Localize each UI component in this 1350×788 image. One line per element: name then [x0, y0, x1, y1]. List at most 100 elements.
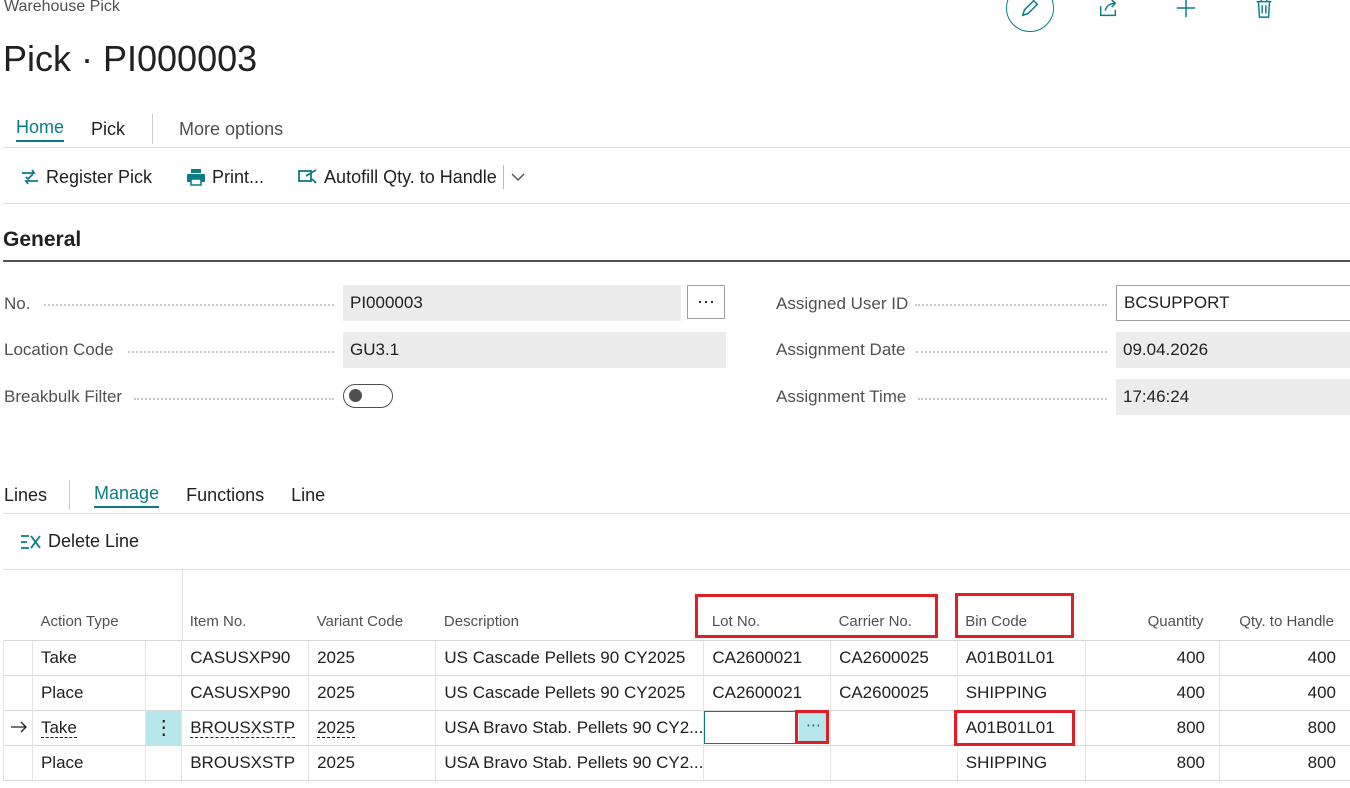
lines-title[interactable]: Lines — [4, 485, 47, 506]
col-item-no[interactable]: Item No. — [182, 570, 309, 640]
edit-button[interactable] — [1006, 0, 1054, 32]
cell-lot-no[interactable]: CA2600021 — [703, 639, 831, 675]
cell-carrier-no[interactable] — [830, 744, 958, 781]
breakbulk-toggle[interactable] — [343, 384, 393, 408]
breadcrumb: Warehouse Pick — [4, 0, 120, 15]
pencil-icon — [1021, 0, 1039, 17]
cell-bin-code[interactable]: SHIPPING — [956, 744, 1086, 781]
cell-item-no[interactable]: BROUSXSTP — [181, 709, 309, 745]
table-row[interactable]: Place BROUSXSTP 2025 USA Bravo Stab. Pel… — [3, 744, 1350, 781]
lines-table: Action Type Item No. Variant Code Descri… — [3, 570, 1350, 781]
cell-item-no[interactable]: BROUSXSTP — [181, 744, 309, 781]
page-title: Pick · PI000003 — [3, 38, 258, 79]
divider — [3, 513, 1350, 514]
delete-button[interactable] — [1252, 0, 1276, 20]
section-underline — [3, 260, 1350, 262]
cell-variant-code[interactable]: 2025 — [308, 639, 436, 675]
delete-line-label: Delete Line — [48, 531, 140, 551]
col-action-type[interactable]: Action Type — [32, 570, 145, 640]
no-label: No. — [4, 294, 31, 313]
assigned-user-field[interactable]: BCSUPPORT — [1116, 285, 1350, 321]
assignment-time-field[interactable]: 17:46:24 — [1116, 379, 1350, 415]
chevron-down-icon[interactable] — [510, 169, 526, 185]
delete-line-button[interactable]: Delete Line — [20, 531, 139, 552]
cell-variant-code[interactable]: 2025 — [308, 674, 436, 710]
col-description[interactable]: Description — [436, 570, 704, 640]
cell-lot-no[interactable]: CA2600021 — [703, 674, 831, 710]
cell-item-no[interactable]: CASUSXP90 — [181, 674, 309, 710]
cell-action-type[interactable]: Place — [31, 674, 146, 710]
leader-dots — [44, 304, 334, 306]
divider — [3, 203, 1350, 204]
table-row[interactable]: Take CASUSXP90 2025 US Cascade Pellets 9… — [3, 639, 1350, 675]
lot-no-input[interactable] — [704, 711, 798, 744]
cell-action-type[interactable]: Take — [31, 709, 146, 745]
cell-qty-to-handle[interactable]: 800 — [1219, 709, 1350, 745]
cell-lot-no[interactable] — [703, 744, 831, 781]
cell-qty-to-handle[interactable]: 400 — [1219, 639, 1350, 675]
assignment-date-label: Assignment Date — [776, 340, 906, 359]
row-menu-button[interactable]: ⋮ — [145, 709, 182, 745]
section-general-title[interactable]: General — [3, 228, 81, 252]
cell-qty-to-handle[interactable]: 400 — [1219, 674, 1350, 710]
split-divider — [502, 165, 504, 189]
col-qty-to-handle[interactable]: Qty. to Handle — [1220, 570, 1350, 640]
divider — [3, 147, 1350, 148]
location-field[interactable]: GU3.1 — [343, 332, 726, 368]
cell-bin-code[interactable]: A01B01L01 — [956, 639, 1086, 675]
autofill-button[interactable]: Autofill Qty. to Handle — [298, 167, 497, 188]
cell-action-type[interactable]: Take — [31, 639, 146, 675]
action-type-link[interactable]: Take — [40, 717, 77, 738]
share-icon[interactable] — [1096, 0, 1120, 20]
lines-tabs: Lines Manage Functions Line — [4, 480, 352, 510]
cell-carrier-no[interactable]: CA2600025 — [830, 674, 958, 710]
autofill-label: Autofill Qty. to Handle — [324, 166, 497, 187]
tab-pick[interactable]: Pick — [91, 119, 125, 140]
cell-description[interactable]: US Cascade Pellets 90 CY2025 — [435, 674, 704, 710]
leader-dots — [134, 398, 334, 400]
toggle-knob — [349, 389, 362, 402]
register-pick-label: Register Pick — [46, 166, 153, 187]
cell-bin-code[interactable]: SHIPPING — [956, 674, 1086, 710]
row-marker — [3, 674, 33, 710]
cell-carrier-no[interactable] — [830, 709, 958, 745]
table-header: Action Type Item No. Variant Code Descri… — [4, 570, 1350, 640]
cell-quantity[interactable]: 400 — [1084, 639, 1220, 675]
leader-dots — [916, 351, 1107, 353]
tab-manage[interactable]: Manage — [94, 483, 160, 508]
col-variant-code[interactable]: Variant Code — [309, 570, 436, 640]
print-button[interactable]: Print... — [186, 167, 264, 188]
register-pick-button[interactable]: Register Pick — [20, 167, 152, 188]
cell-variant-code[interactable]: 2025 — [308, 709, 436, 745]
tab-home[interactable]: Home — [16, 117, 65, 142]
row-menu-cell — [145, 744, 182, 781]
tab-line[interactable]: Line — [291, 485, 325, 506]
item-no-link[interactable]: BROUSXSTP — [190, 717, 296, 738]
cell-description[interactable]: USA Bravo Stab. Pellets 90 CY2... — [435, 709, 704, 745]
no-field[interactable]: PI000003 — [343, 285, 681, 321]
cell-description[interactable]: US Cascade Pellets 90 CY2025 — [435, 639, 704, 675]
cell-quantity[interactable]: 400 — [1084, 674, 1220, 710]
table-row[interactable]: Place CASUSXP90 2025 US Cascade Pellets … — [3, 674, 1350, 710]
variant-code-link[interactable]: 2025 — [317, 717, 355, 738]
register-icon — [22, 169, 38, 185]
cell-carrier-no[interactable]: CA2600025 — [830, 639, 958, 675]
col-quantity[interactable]: Quantity — [1085, 570, 1219, 640]
cell-description[interactable]: USA Bravo Stab. Pellets 90 CY2... — [435, 744, 704, 781]
cell-quantity[interactable]: 800 — [1084, 709, 1220, 745]
cell-variant-code[interactable]: 2025 — [308, 744, 436, 781]
highlight-lot-lookup — [795, 710, 829, 744]
cell-quantity[interactable]: 800 — [1084, 744, 1220, 781]
action-tabs: Home Pick More options — [16, 114, 283, 144]
cell-action-type[interactable]: Place — [31, 744, 146, 781]
tab-divider — [152, 114, 154, 144]
row-marker — [3, 744, 33, 781]
assignment-date-field[interactable]: 09.04.2026 — [1116, 332, 1350, 368]
no-lookup-button[interactable]: ⋯ — [687, 285, 725, 319]
cell-item-no[interactable]: CASUSXP90 — [181, 639, 309, 675]
table-row-selected[interactable]: Take ⋮ BROUSXSTP 2025 USA Bravo Stab. Pe… — [3, 709, 1350, 745]
more-options-button[interactable]: More options — [179, 119, 283, 140]
new-button[interactable] — [1174, 0, 1198, 20]
cell-qty-to-handle[interactable]: 800 — [1219, 744, 1350, 781]
tab-functions[interactable]: Functions — [186, 485, 264, 506]
